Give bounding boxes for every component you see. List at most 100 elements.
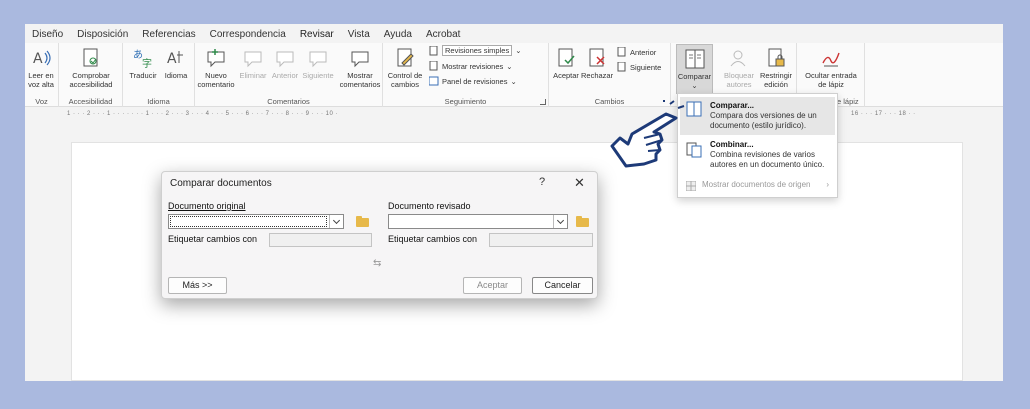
read-aloud-icon: A	[33, 50, 51, 67]
menu-item-show-source[interactable]: Mostrar documentos de origen ›	[680, 180, 835, 194]
chevron-down-icon: ⌄	[510, 76, 517, 86]
previous-change-button[interactable]: Anterior	[617, 47, 656, 57]
more-button[interactable]: Más >>	[168, 277, 227, 294]
show-markup-button[interactable]: Mostrar revisiones ⌄	[429, 61, 513, 71]
chevron-right-icon: ›	[826, 180, 829, 189]
track-changes-button[interactable]: Control de cambios	[385, 47, 425, 89]
show-comments-icon	[351, 51, 369, 68]
open-folder-icon[interactable]	[576, 216, 589, 227]
group-comentarios: Nuevo comentario Eliminar Anterior Sigui…	[195, 43, 383, 107]
read-aloud-label: Leer en voz alta	[28, 71, 54, 89]
compare-label: Comparar	[677, 72, 712, 81]
language-icon: A	[167, 51, 183, 67]
tab-ayuda[interactable]: Ayuda	[377, 28, 419, 42]
cancel-button[interactable]: Cancelar	[532, 277, 593, 294]
next-change-button[interactable]: Siguiente	[617, 62, 661, 72]
group-idioma-label: Idioma	[147, 97, 170, 106]
markup-view-dropdown[interactable]: Revisiones simples ⌄	[429, 45, 522, 56]
reviewing-pane-label: Panel de revisiones	[442, 76, 508, 86]
group-accesibilidad: Comprobar accesibilidad Accesibilidad	[59, 43, 123, 107]
group-cambios: Aceptar Rechazar Anterior Siguiente Camb…	[549, 43, 671, 107]
group-comentarios-label: Comentarios	[267, 97, 310, 106]
next-comment-icon	[309, 51, 327, 68]
compare-dropdown-menu: Comparar... Compara dos versiones de un …	[677, 93, 838, 198]
open-folder-icon[interactable]	[356, 216, 369, 227]
delete-comment-button[interactable]: Eliminar	[237, 47, 269, 80]
tab-referencias[interactable]: Referencias	[135, 28, 202, 42]
read-aloud-button[interactable]: A Leer en voz alta	[27, 47, 55, 89]
next-change-label: Siguiente	[630, 62, 662, 72]
svg-text:字: 字	[142, 57, 152, 69]
show-comments-label: Mostrar comentarios	[339, 71, 381, 89]
next-comment-button[interactable]: Siguiente	[301, 47, 335, 80]
revised-document-combo[interactable]	[388, 214, 568, 229]
reject-icon	[589, 48, 605, 67]
accept-button[interactable]: Aceptar	[463, 277, 522, 294]
seguimiento-launcher-icon[interactable]	[540, 99, 546, 105]
language-button[interactable]: A Idioma	[161, 47, 191, 80]
accessibility-icon	[83, 48, 98, 67]
tab-revisar[interactable]: Revisar	[293, 28, 341, 45]
tab-correspondencia[interactable]: Correspondencia	[203, 28, 293, 42]
compare-docs-icon	[686, 101, 702, 117]
group-lapiz-label: e lápiz	[837, 97, 859, 106]
chevron-down-icon[interactable]	[553, 215, 567, 228]
hide-ink-label: Ocultar entrada de lápiz	[805, 71, 857, 89]
swap-documents-icon[interactable]: ⇆	[373, 258, 381, 269]
accept-change-button[interactable]: Aceptar	[551, 47, 581, 80]
compare-documents-dialog: Comparar documentos ? ✕ Documento origin…	[161, 171, 598, 299]
dialog-title: Comparar documentos	[170, 178, 272, 189]
ruler-marks: 1 · · · 2 · · · 1 · · · · · · · 1 · · · …	[67, 111, 338, 117]
restrict-editing-button[interactable]: Restringir edición	[757, 47, 795, 89]
ribbon-tabs: Diseño Disposición Referencias Correspon…	[25, 28, 467, 45]
block-authors-button[interactable]: Bloquear autores	[721, 47, 757, 89]
track-changes-icon	[397, 48, 414, 67]
tag-changes-input-left[interactable]	[269, 233, 372, 247]
tab-diseno[interactable]: Diseño	[25, 28, 70, 42]
close-button[interactable]: ✕	[574, 175, 585, 191]
tab-vista[interactable]: Vista	[341, 28, 377, 42]
group-voz-label: Voz	[35, 97, 48, 106]
next-comment-label: Siguiente	[302, 71, 334, 80]
compare-button[interactable]: Comparar ⌄	[676, 44, 713, 94]
group-seguimiento: Control de cambios Revisiones simples ⌄ …	[383, 43, 549, 107]
previous-comment-button[interactable]: Anterior	[269, 47, 301, 80]
menu-item-compare[interactable]: Comparar... Compara dos versiones de un …	[680, 97, 835, 135]
group-seguimiento-label: Seguimiento	[444, 97, 487, 106]
chevron-down-icon[interactable]	[329, 215, 343, 228]
reject-change-button[interactable]: Rechazar	[581, 47, 613, 80]
language-label: Idioma	[164, 71, 188, 80]
accept-icon	[558, 48, 575, 67]
group-accesibilidad-label: Accesibilidad	[68, 97, 113, 106]
block-authors-label: Bloquear autores	[723, 71, 755, 89]
tag-changes-label-right: Etiquetar cambios con	[388, 234, 478, 244]
original-document-label: Documento original	[168, 201, 246, 211]
previous-comment-icon	[276, 51, 294, 68]
reviewing-pane-button[interactable]: Panel de revisiones ⌄	[429, 76, 517, 86]
show-comments-button[interactable]: Mostrar comentarios	[339, 47, 381, 89]
hide-ink-button[interactable]: Ocultar entrada de lápiz	[801, 47, 861, 89]
horizontal-ruler[interactable]: 1 · · · 2 · · · 1 · · · · · · · 1 · · · …	[25, 108, 1003, 120]
tag-changes-input-right[interactable]	[489, 233, 593, 247]
menu-item-combine[interactable]: Combinar... Combina revisiones de varios…	[680, 138, 835, 174]
ruler-marks-right: 16 · · · 17 · · · 18 · ·	[851, 111, 916, 117]
revised-document-label: Documento revisado	[388, 201, 471, 211]
help-button[interactable]: ?	[539, 176, 545, 188]
markup-view-value: Revisiones simples	[442, 45, 513, 56]
tab-acrobat[interactable]: Acrobat	[419, 28, 467, 42]
tab-disposicion[interactable]: Disposición	[70, 28, 135, 42]
menu-combine-desc: Combina revisiones de varios autores en …	[710, 150, 825, 169]
reviewing-pane-icon	[429, 76, 439, 86]
new-comment-label: Nuevo comentario	[197, 71, 235, 89]
svg-text:A: A	[167, 51, 177, 67]
previous-change-label: Anterior	[630, 47, 657, 57]
menu-compare-desc: Compara dos versiones de un documento (e…	[710, 111, 817, 130]
new-comment-button[interactable]: Nuevo comentario	[197, 47, 235, 89]
source-documents-icon	[686, 181, 696, 191]
translate-button[interactable]: あ字 Traducir	[127, 47, 159, 80]
chevron-down-icon: ⌄	[506, 61, 513, 71]
delete-comment-icon	[244, 51, 262, 68]
check-accessibility-label: Comprobar accesibilidad	[69, 71, 113, 89]
check-accessibility-button[interactable]: Comprobar accesibilidad	[63, 47, 119, 89]
original-document-combo[interactable]	[168, 214, 344, 229]
